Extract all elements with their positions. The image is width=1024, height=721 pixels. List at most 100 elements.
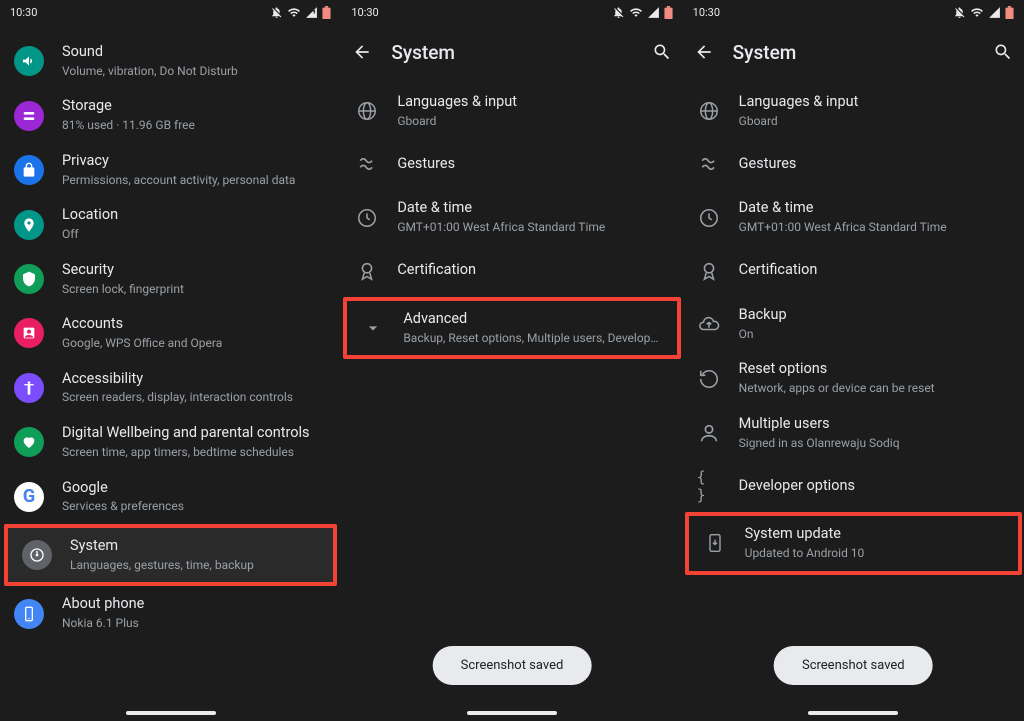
nav-handle[interactable] bbox=[126, 711, 216, 715]
settings-row-accounts[interactable]: Accounts Google, WPS Office and Opera bbox=[0, 306, 341, 360]
row-subtitle: GMT+01:00 West Africa Standard Time bbox=[739, 220, 1012, 236]
row-title: Digital Wellbeing and parental controls bbox=[62, 424, 329, 443]
settings-list: Sound Volume, vibration, Do Not Disturb S… bbox=[0, 34, 341, 641]
panel-settings-main: 10:30 Sound Volume, vibration, Do Not Dis… bbox=[0, 0, 341, 721]
settings-row-storage[interactable]: Storage81% used · 11.96 GB free bbox=[0, 88, 341, 142]
settings-row-google[interactable]: G GoogleServices & preferences bbox=[0, 470, 341, 524]
row-languages[interactable]: Languages & inputGboard bbox=[341, 84, 682, 138]
chevron-down-icon bbox=[361, 316, 385, 340]
app-bar: System bbox=[683, 24, 1024, 80]
row-advanced[interactable]: AdvancedBackup, Reset options, Multiple … bbox=[343, 297, 680, 359]
nav-handle[interactable] bbox=[808, 711, 898, 715]
row-title: Certification bbox=[397, 261, 670, 280]
row-title: Privacy bbox=[62, 152, 329, 171]
row-reset[interactable]: Reset optionsNetwork, apps or device can… bbox=[683, 351, 1024, 405]
globe-icon bbox=[697, 99, 721, 123]
row-certification[interactable]: Certification bbox=[341, 245, 682, 297]
row-gestures[interactable]: Gestures bbox=[341, 138, 682, 190]
status-bar: 10:30 bbox=[341, 0, 682, 24]
row-subtitle: Services & preferences bbox=[62, 499, 329, 515]
row-title: Google bbox=[62, 479, 329, 498]
settings-row-about[interactable]: About phoneNokia 6.1 Plus bbox=[0, 586, 341, 640]
page-title: System bbox=[733, 41, 974, 64]
status-icons bbox=[270, 6, 331, 19]
dnd-off-icon bbox=[953, 6, 966, 19]
settings-row-system[interactable]: SystemLanguages, gestures, time, backup bbox=[4, 524, 337, 586]
nav-handle[interactable] bbox=[467, 711, 557, 715]
row-title: Backup bbox=[739, 306, 1012, 325]
settings-row-accessibility[interactable]: AccessibilityScreen readers, display, in… bbox=[0, 361, 341, 415]
row-subtitle: Screen time, app timers, bedtime schedul… bbox=[62, 445, 329, 461]
globe-icon bbox=[355, 99, 379, 123]
row-backup[interactable]: Backup On bbox=[683, 297, 1024, 351]
row-title: Multiple users bbox=[739, 415, 1012, 434]
row-subtitle: Languages, gestures, time, backup bbox=[70, 558, 321, 574]
back-button[interactable] bbox=[693, 41, 715, 63]
page-title: System bbox=[391, 41, 632, 64]
row-subtitle: Nokia 6.1 Plus bbox=[62, 616, 329, 632]
row-subtitle: Google, WPS Office and Opera bbox=[62, 336, 329, 352]
security-icon bbox=[14, 264, 44, 294]
storage-icon bbox=[14, 101, 44, 131]
row-subtitle: 81% used · 11.96 GB free bbox=[62, 118, 329, 134]
row-title: System update bbox=[745, 525, 1006, 544]
row-subtitle: Volume, vibration, Do Not Disturb bbox=[62, 64, 329, 80]
settings-row-wellbeing[interactable]: Digital Wellbeing and parental controls S… bbox=[0, 415, 341, 469]
settings-row-privacy[interactable]: PrivacyPermissions, account activity, pe… bbox=[0, 143, 341, 197]
system-list: Languages & inputGboard Gestures Date & … bbox=[683, 84, 1024, 575]
row-subtitle: On bbox=[739, 327, 1012, 343]
row-gestures[interactable]: Gestures bbox=[683, 138, 1024, 190]
row-title: Date & time bbox=[739, 199, 1012, 218]
panel-system-expanded: 10:30 System Languages & inputGboard Ges… bbox=[683, 0, 1024, 721]
row-title: Accessibility bbox=[62, 370, 329, 389]
row-title: Languages & input bbox=[739, 93, 1012, 112]
row-title: Gestures bbox=[739, 155, 1012, 174]
system-icon bbox=[22, 540, 52, 570]
signal-icon bbox=[305, 6, 318, 19]
snackbar[interactable]: Screenshot saved bbox=[774, 646, 933, 685]
battery-icon bbox=[664, 6, 673, 19]
panel-system: 10:30 System Languages & inputGboard Ges… bbox=[341, 0, 682, 721]
location-icon bbox=[14, 210, 44, 240]
row-datetime[interactable]: Date & time GMT+01:00 West Africa Standar… bbox=[683, 190, 1024, 244]
row-system-update[interactable]: System updateUpdated to Android 10 bbox=[685, 512, 1022, 574]
row-languages[interactable]: Languages & inputGboard bbox=[683, 84, 1024, 138]
status-bar: 10:30 bbox=[0, 0, 341, 24]
google-icon: G bbox=[14, 482, 44, 512]
row-title: Developer options bbox=[739, 477, 1012, 496]
settings-row-sound[interactable]: Sound Volume, vibration, Do Not Disturb bbox=[0, 34, 341, 88]
row-subtitle: Network, apps or device can be reset bbox=[739, 381, 1012, 397]
battery-icon bbox=[1005, 6, 1014, 19]
row-title: Gestures bbox=[397, 155, 670, 174]
gestures-icon bbox=[697, 152, 721, 176]
clock-icon bbox=[355, 206, 379, 230]
signal-icon bbox=[988, 6, 1001, 19]
wifi-icon bbox=[287, 6, 301, 19]
privacy-icon bbox=[14, 155, 44, 185]
row-certification[interactable]: Certification bbox=[683, 245, 1024, 297]
dnd-off-icon bbox=[270, 6, 283, 19]
row-developer[interactable]: { } Developer options bbox=[683, 460, 1024, 512]
row-subtitle: Screen lock, fingerprint bbox=[62, 282, 329, 298]
search-button[interactable] bbox=[651, 41, 673, 63]
settings-row-security[interactable]: Security Screen lock, fingerprint bbox=[0, 252, 341, 306]
row-title: Sound bbox=[62, 43, 329, 62]
status-time: 10:30 bbox=[351, 6, 378, 19]
settings-row-location[interactable]: LocationOff bbox=[0, 197, 341, 251]
snackbar[interactable]: Screenshot saved bbox=[433, 646, 592, 685]
row-datetime[interactable]: Date & timeGMT+01:00 West Africa Standar… bbox=[341, 190, 682, 244]
status-bar: 10:30 bbox=[683, 0, 1024, 24]
row-title: Security bbox=[62, 261, 329, 280]
row-title: Advanced bbox=[403, 310, 664, 329]
back-button[interactable] bbox=[351, 41, 373, 63]
accessibility-icon bbox=[14, 373, 44, 403]
search-button[interactable] bbox=[992, 41, 1014, 63]
wellbeing-icon bbox=[14, 427, 44, 457]
row-title: Accounts bbox=[62, 315, 329, 334]
about-icon bbox=[14, 599, 44, 629]
row-title: Certification bbox=[739, 261, 1012, 280]
accounts-icon bbox=[14, 318, 44, 348]
signal-icon bbox=[647, 6, 660, 19]
row-multiple-users[interactable]: Multiple usersSigned in as Olanrewaju So… bbox=[683, 406, 1024, 460]
wifi-icon bbox=[970, 6, 984, 19]
